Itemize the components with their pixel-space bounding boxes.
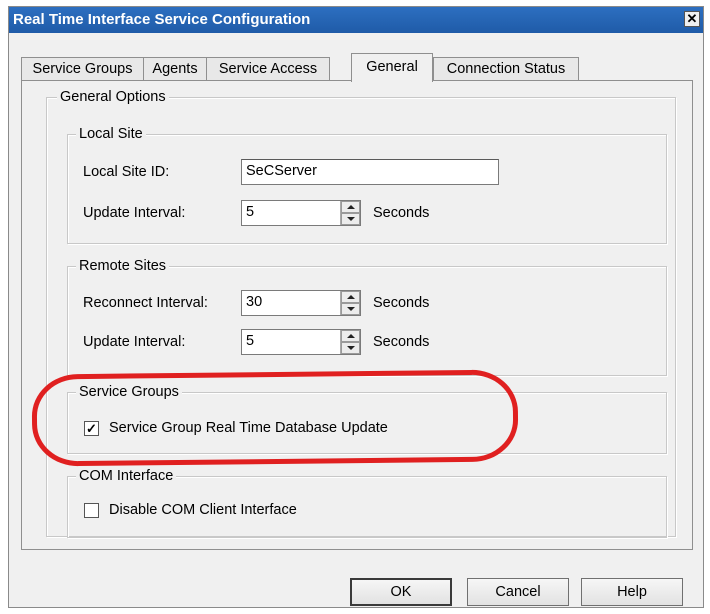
window-title: Real Time Interface Service Configuratio… [13, 11, 311, 28]
spin-up-icon[interactable] [341, 201, 360, 213]
title-bar: Real Time Interface Service Configuratio… [9, 7, 703, 33]
spinner-arrows[interactable] [340, 201, 360, 225]
service-group-rt-db-update-label[interactable]: Service Group Real Time Database Update [109, 419, 388, 437]
remote-update-interval-label: Update Interval: [83, 334, 186, 350]
tab-general[interactable]: General [351, 53, 433, 82]
disable-com-client-label[interactable]: Disable COM Client Interface [109, 501, 297, 519]
disable-com-client-checkbox[interactable] [84, 503, 99, 518]
com-interface-group: COM Interface Disable COM Client Interfa… [67, 467, 667, 538]
general-options-legend: General Options [57, 88, 169, 106]
local-site-id-label: Local Site ID: [83, 164, 170, 180]
local-update-unit: Seconds [373, 205, 430, 221]
general-options-group: General Options Local Site Local Site ID… [46, 88, 676, 538]
remote-sites-legend: Remote Sites [76, 257, 170, 275]
reconnect-unit: Seconds [373, 295, 430, 311]
spinner-arrows[interactable] [340, 291, 360, 315]
ok-button[interactable]: OK [350, 578, 452, 606]
com-interface-legend: COM Interface [76, 467, 177, 485]
tab-connection-status[interactable]: Connection Status [433, 57, 579, 81]
spin-up-icon[interactable] [341, 330, 360, 342]
tab-service-groups[interactable]: Service Groups [21, 57, 144, 81]
general-tab-panel: General Options Local Site Local Site ID… [21, 80, 693, 550]
local-update-interval-label: Update Interval: [83, 205, 186, 221]
cancel-button[interactable]: Cancel [467, 578, 569, 606]
reconnect-interval-spinner[interactable]: 30 [241, 290, 361, 316]
local-site-legend: Local Site [76, 125, 146, 143]
help-button[interactable]: Help [581, 578, 683, 606]
service-groups-group: Service Groups ✓ Service Group Real Time… [67, 383, 667, 454]
spinner-arrows[interactable] [340, 330, 360, 354]
close-icon[interactable]: ✕ [684, 11, 700, 27]
service-group-rt-db-update-checkbox[interactable]: ✓ [84, 421, 99, 436]
config-dialog: Real Time Interface Service Configuratio… [8, 6, 704, 608]
spin-down-icon[interactable] [341, 342, 360, 354]
local-site-group: Local Site Local Site ID: SeCServer Upda… [67, 125, 667, 244]
reconnect-interval-label: Reconnect Interval: [83, 295, 208, 311]
tab-service-access[interactable]: Service Access [206, 57, 330, 81]
tab-agents[interactable]: Agents [143, 57, 207, 81]
remote-update-unit: Seconds [373, 334, 430, 350]
remote-sites-group: Remote Sites Reconnect Interval: 30 Seco… [67, 257, 667, 376]
local-update-interval-spinner[interactable]: 5 [241, 200, 361, 226]
spin-up-icon[interactable] [341, 291, 360, 303]
spin-down-icon[interactable] [341, 303, 360, 315]
spin-down-icon[interactable] [341, 213, 360, 225]
service-groups-legend: Service Groups [76, 383, 182, 401]
remote-update-interval-spinner[interactable]: 5 [241, 329, 361, 355]
local-site-id-input[interactable]: SeCServer [241, 159, 499, 185]
